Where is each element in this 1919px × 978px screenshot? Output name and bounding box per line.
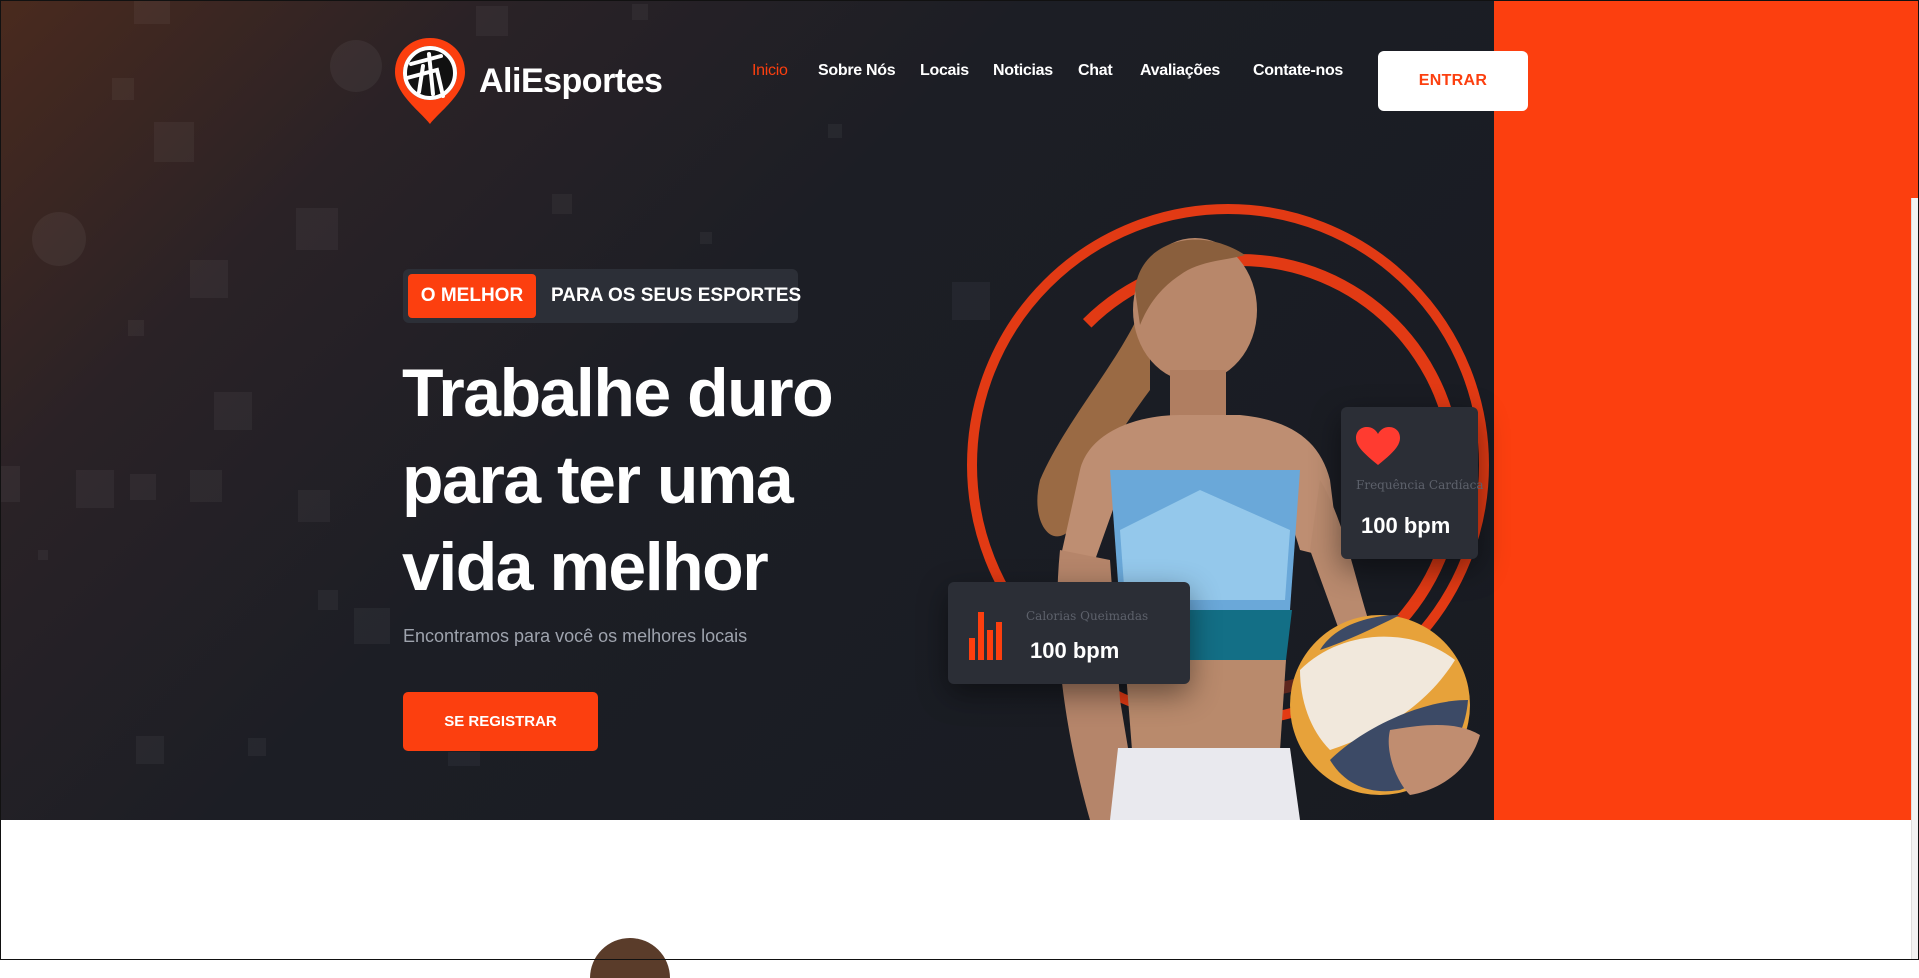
decor-square <box>296 208 338 250</box>
next-section-avatar <box>590 938 670 978</box>
hero-tag: O MELHOR PARA OS SEUS ESPORTES <box>403 269 802 323</box>
decor-square <box>130 474 156 500</box>
heart-rate-card: Frequência Cardíaca 100 bpm <box>1341 407 1484 559</box>
calories-label: Calorias Queimadas <box>1026 609 1149 623</box>
decor-square <box>700 232 712 244</box>
decor-square <box>354 608 390 644</box>
heart-rate-value: 100 bpm <box>1361 513 1451 538</box>
decor-square <box>128 320 144 336</box>
decor-square <box>136 736 164 764</box>
hero-subtitle: Encontramos para você os melhores locais <box>403 626 748 646</box>
decor-square <box>190 470 222 502</box>
brand-logo[interactable]: AliEsportes <box>393 36 663 126</box>
headline-line: vida melhor <box>402 529 769 605</box>
nav-item-chat[interactable]: Chat <box>1078 62 1113 80</box>
hero-headline: Trabalhe duro para ter uma vida melhor <box>402 350 962 611</box>
decor-square <box>134 0 170 24</box>
brand-name: AliEsportes <box>479 61 663 100</box>
decor-square <box>318 590 338 610</box>
bar-chart-icon <box>969 612 1002 660</box>
accent-panel <box>1494 0 1919 820</box>
headline-line: Trabalhe duro <box>402 355 834 431</box>
decor-circle <box>32 212 86 266</box>
login-button[interactable]: ENTRAR <box>1378 51 1528 111</box>
decor-square <box>154 122 194 162</box>
scrollbar[interactable] <box>1911 198 1919 960</box>
nav-item-avaliacoes[interactable]: Avaliações <box>1140 62 1220 80</box>
hero-tag-text: PARA OS SEUS ESPORTES <box>551 285 802 306</box>
nav-item-sobre-nos[interactable]: Sobre Nós <box>818 62 896 80</box>
calories-card: Calorias Queimadas 100 bpm <box>948 582 1190 684</box>
hero-section: AliEsportes Inicio Sobre Nós Locais Noti… <box>0 0 1919 820</box>
volleyball-pin-icon <box>393 36 467 126</box>
decor-square <box>476 6 508 36</box>
decor-square <box>112 78 134 100</box>
decor-square <box>298 490 330 522</box>
nav-item-noticias[interactable]: Noticias <box>993 62 1053 80</box>
decor-square <box>448 752 480 766</box>
heart-icon <box>1356 427 1400 465</box>
decor-square <box>38 550 48 560</box>
decor-square <box>76 470 114 508</box>
decor-square <box>552 194 572 214</box>
decor-square <box>214 392 252 430</box>
nav-item-contate-nos[interactable]: Contate-nos <box>1253 62 1343 80</box>
decor-square <box>952 282 990 320</box>
heart-rate-label: Frequência Cardíaca <box>1356 478 1484 492</box>
nav-item-inicio[interactable]: Inicio <box>752 62 788 80</box>
nav-item-locais[interactable]: Locais <box>920 62 969 80</box>
decor-circle <box>330 40 382 92</box>
register-button[interactable]: SE REGISTRAR <box>403 692 598 751</box>
decor-square <box>190 260 228 298</box>
headline-line: para ter uma <box>402 442 794 518</box>
decor-square <box>248 738 266 756</box>
decor-square <box>828 124 842 138</box>
decor-square <box>632 4 648 20</box>
decor-square <box>0 466 20 502</box>
hero-tag-highlight: O MELHOR <box>408 274 536 318</box>
calories-value: 100 bpm <box>1030 638 1120 663</box>
